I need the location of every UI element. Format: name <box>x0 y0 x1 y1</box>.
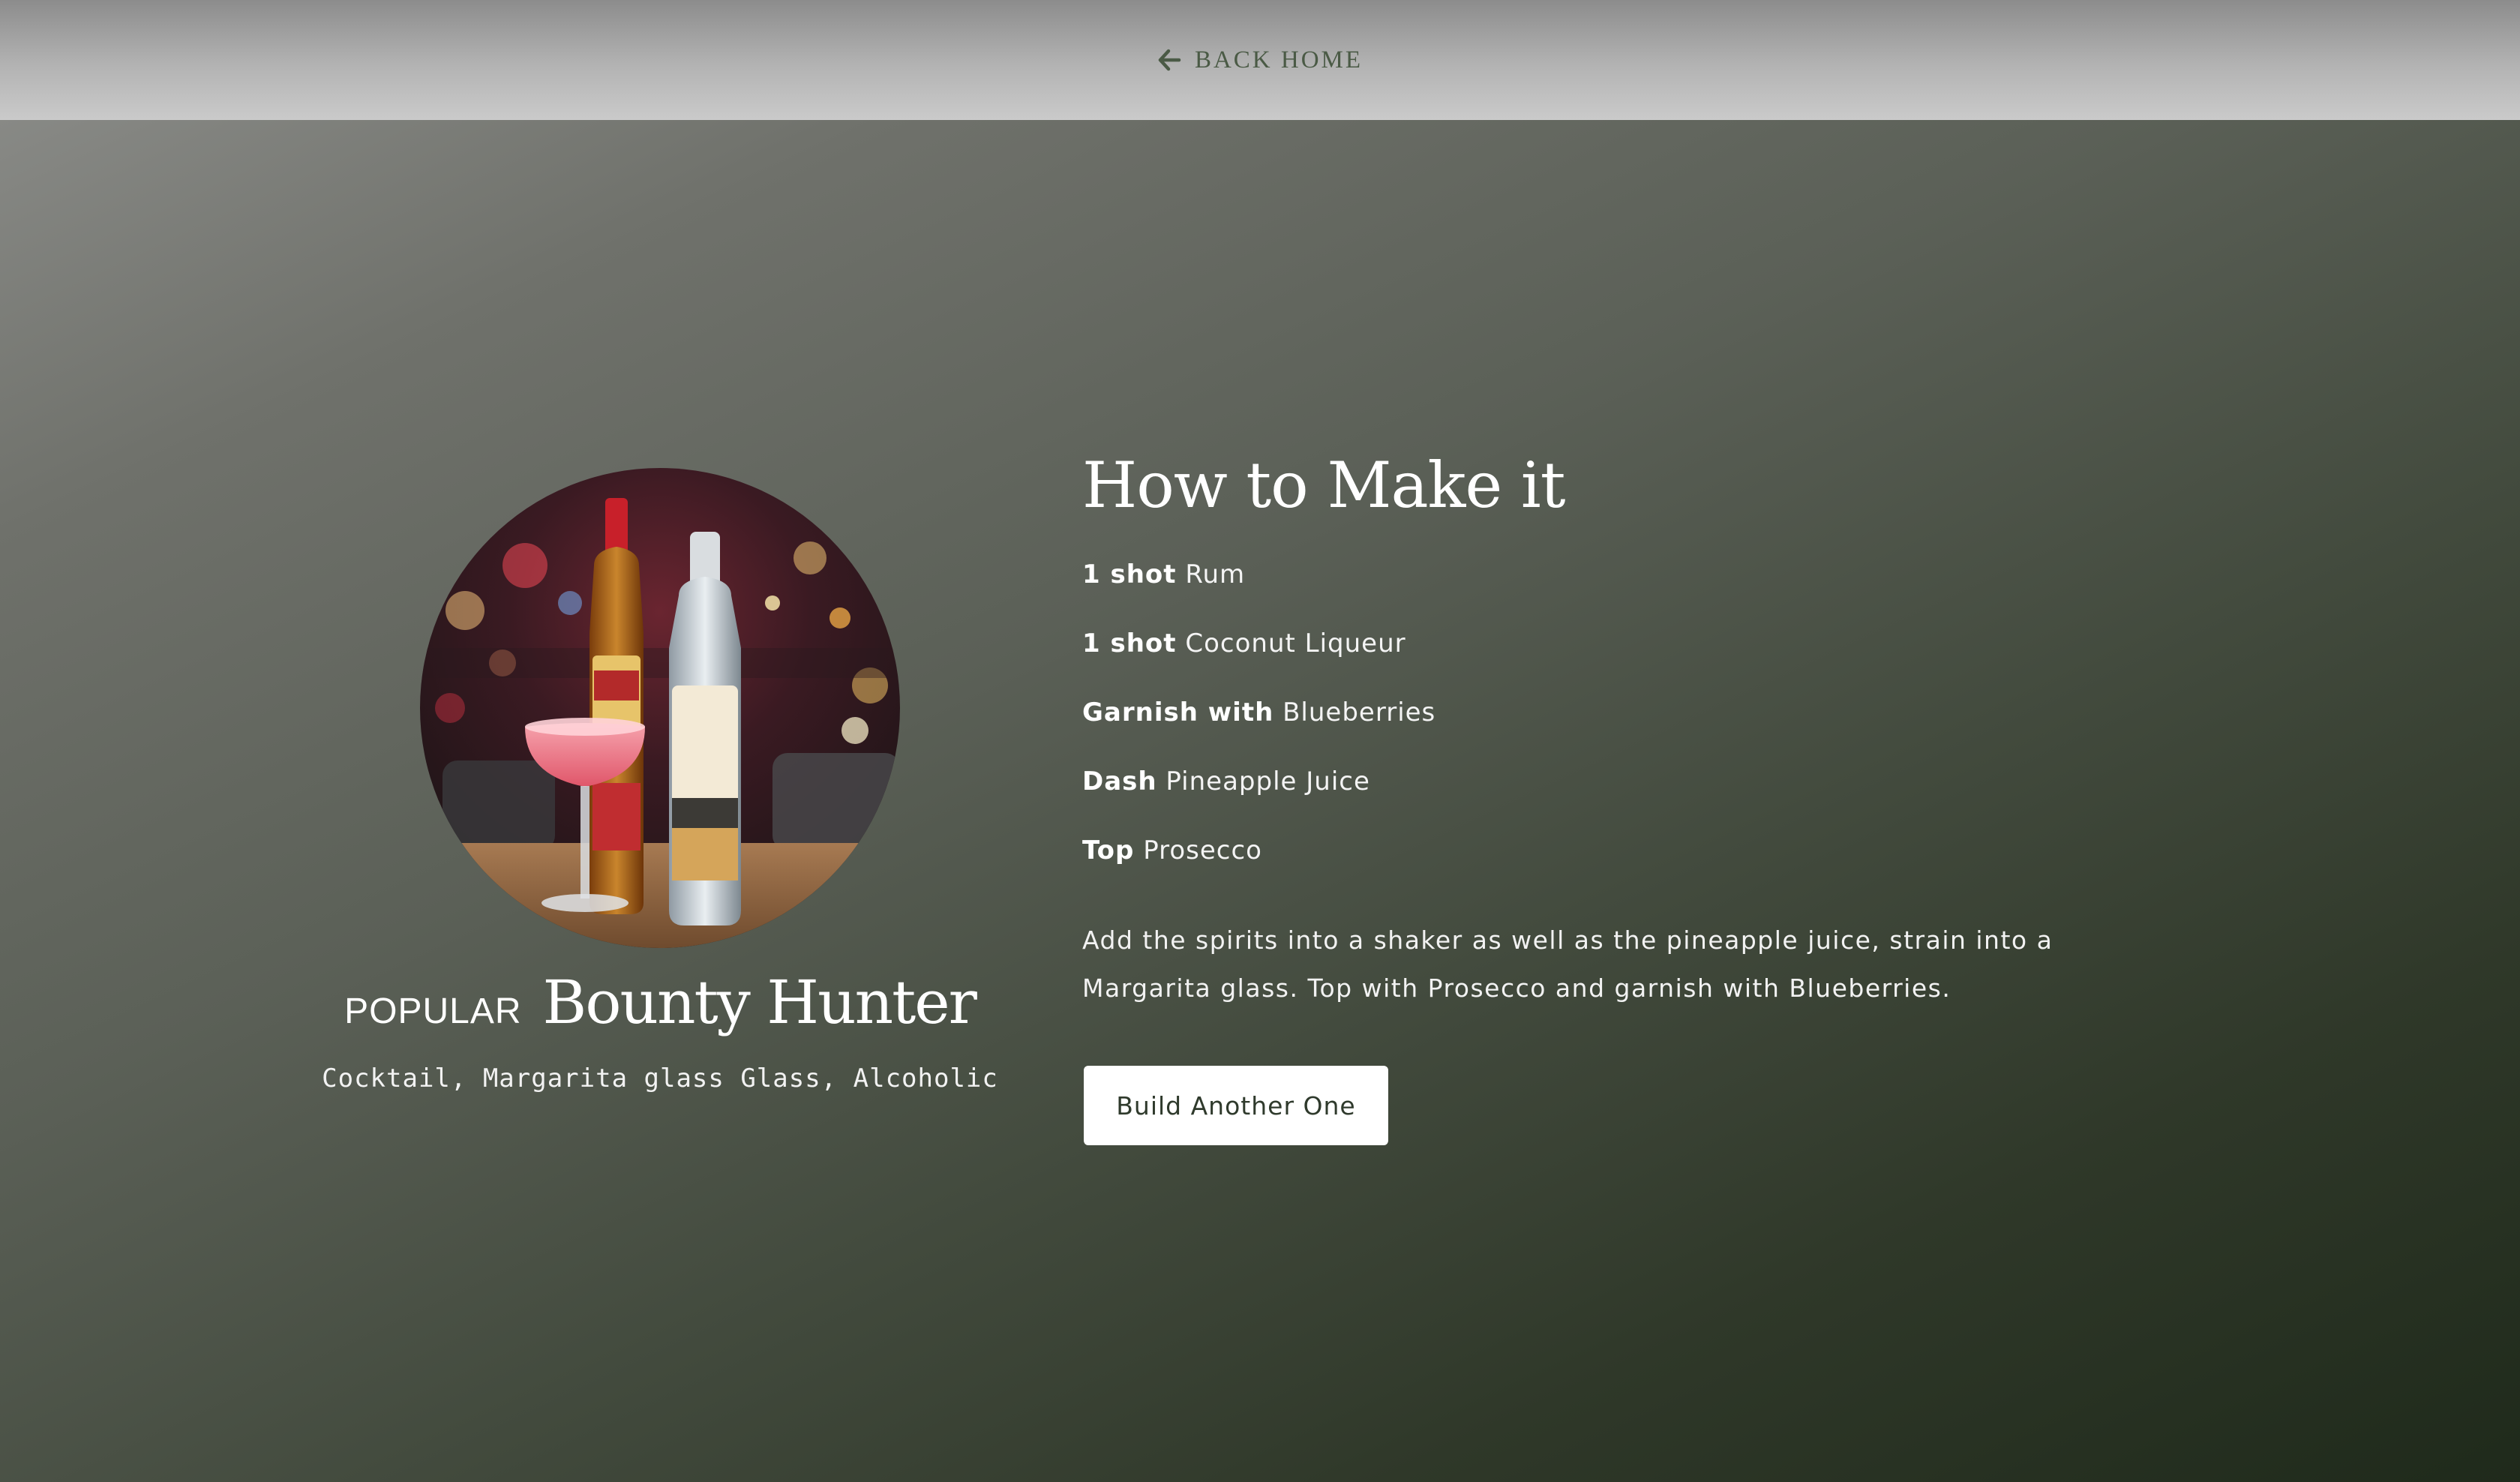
ingredient-measure: Top <box>1082 836 1135 866</box>
arrow-left-icon <box>1157 48 1181 72</box>
ingredient-name: Pineapple Juice <box>1166 766 1370 796</box>
ingredient-measure: 1 shot <box>1082 628 1177 658</box>
ingredient-measure: Dash <box>1082 766 1157 796</box>
back-home-label: BACK HOME <box>1194 46 1364 74</box>
drink-name: Bounty Hunter <box>542 968 977 1037</box>
ingredient-item: Garnish with Blueberries <box>1082 698 1436 766</box>
ingredient-name: Blueberries <box>1282 698 1436 728</box>
back-home-link[interactable]: BACK HOME <box>1157 46 1363 74</box>
ingredient-name: Prosecco <box>1143 836 1262 866</box>
drink-title: POPULAR Bounty Hunter <box>225 968 1095 1037</box>
ingredient-item: Dash Pineapple Juice <box>1082 766 1436 836</box>
build-another-button[interactable]: Build Another One <box>1084 1066 1388 1145</box>
recipe-heading: How to Make it <box>1082 448 1565 522</box>
ingredient-item: 1 shot Rum <box>1082 560 1436 628</box>
ingredient-item: 1 shot Coconut Liqueur <box>1082 628 1436 698</box>
ingredient-name: Rum <box>1185 560 1246 590</box>
cocktail-image <box>420 468 900 948</box>
popular-badge: POPULAR <box>344 992 522 1031</box>
cocktail-photo <box>420 468 900 948</box>
ingredient-list: 1 shot Rum 1 shot Coconut Liqueur Garnis… <box>1082 560 1436 904</box>
ingredient-name: Coconut Liqueur <box>1185 628 1406 658</box>
ingredient-item: Top Prosecco <box>1082 836 1436 904</box>
top-nav-bar: BACK HOME <box>0 0 2520 120</box>
drink-meta: Cocktail, Margarita glass Glass, Alcohol… <box>322 1064 998 1094</box>
recipe-instructions: Add the spirits into a shaker as well as… <box>1082 926 2054 1003</box>
ingredient-measure: 1 shot <box>1082 560 1177 590</box>
ingredient-measure: Garnish with <box>1082 698 1274 728</box>
